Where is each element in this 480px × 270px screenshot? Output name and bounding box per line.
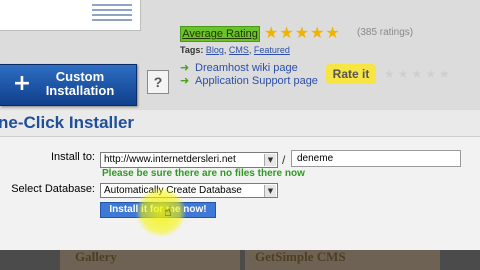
page-title: ne-Click Installer bbox=[0, 113, 135, 132]
custom-installation-label: Custom Installation bbox=[45, 69, 115, 98]
empty-directory-warning: Please be sure there are no files there … bbox=[102, 168, 305, 179]
plus-icon: + bbox=[12, 71, 32, 96]
rate-it-button[interactable]: Rate it bbox=[326, 64, 376, 84]
ratings-count: (385 ratings) bbox=[357, 27, 414, 38]
directory-input[interactable]: deneme bbox=[291, 150, 461, 167]
install-to-label: Install to: bbox=[50, 151, 95, 163]
tag-featured[interactable]: Featured bbox=[254, 45, 290, 55]
installer-heading-bar: ne-Click Installer bbox=[0, 110, 480, 137]
domain-select[interactable]: http://www.internetdersleri.net ▼ bbox=[100, 152, 278, 168]
tags-label: Tags: bbox=[180, 45, 204, 55]
rate-stars-input[interactable]: ★★★★★ bbox=[384, 66, 453, 82]
custom-installation-button[interactable]: + Custom Installation bbox=[0, 64, 137, 106]
tag-blog[interactable]: Blog bbox=[206, 45, 224, 55]
tag-cms[interactable]: CMS bbox=[229, 45, 249, 55]
tags-row: Tags: Blog, CMS, Featured bbox=[180, 45, 290, 55]
getsimple-heading[interactable]: GetSimple CMS bbox=[255, 250, 346, 267]
chevron-down-icon[interactable]: ▼ bbox=[264, 185, 276, 197]
average-rating-badge[interactable]: Average Rating bbox=[180, 26, 260, 42]
bottom-section: Gallery GetSimple CMS bbox=[0, 250, 480, 270]
gallery-heading[interactable]: Gallery bbox=[75, 250, 117, 267]
help-button[interactable]: ? bbox=[147, 70, 169, 94]
pointer-cursor-icon: ☝ bbox=[164, 205, 172, 220]
application-support-link-text: Application Support page bbox=[195, 75, 318, 87]
database-select[interactable]: Automatically Create Database ▼ bbox=[100, 183, 278, 198]
domain-select-value: http://www.internetdersleri.net bbox=[104, 154, 236, 165]
rating-stars: ★★★★★ bbox=[264, 23, 341, 42]
application-support-link[interactable]: ➜ Application Support page bbox=[180, 74, 318, 88]
chevron-down-icon[interactable]: ▼ bbox=[264, 154, 276, 166]
arrow-right-icon: ➜ bbox=[180, 61, 190, 74]
select-database-label: Select Database: bbox=[11, 183, 95, 195]
path-separator: / bbox=[282, 153, 286, 167]
dreamhost-wiki-link[interactable]: ➜ Dreamhost wiki page bbox=[180, 61, 298, 75]
cursor-highlight bbox=[136, 187, 186, 237]
app-screenshot-thumbnail bbox=[0, 0, 141, 31]
arrow-right-icon: ➜ bbox=[180, 74, 190, 87]
dreamhost-wiki-link-text: Dreamhost wiki page bbox=[195, 62, 298, 74]
